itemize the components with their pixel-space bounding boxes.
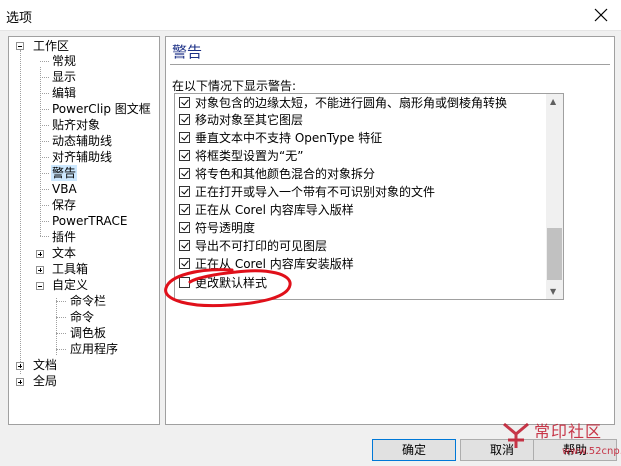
tree-connector — [40, 125, 49, 126]
warning-row[interactable]: 更改默认样式 — [175, 275, 545, 292]
tree-item-document[interactable]: 文档 — [32, 357, 58, 373]
warning-label: 将框类型设置为“无” — [195, 149, 304, 163]
tree-item-application[interactable]: 应用程序 — [69, 341, 119, 357]
tree-connector — [40, 61, 49, 62]
warning-label: 导出不可打印的可见图层 — [195, 239, 328, 253]
warning-row[interactable]: 将专色和其他颜色混合的对象拆分 — [175, 166, 545, 183]
tree-item-alignment-guides[interactable]: 对齐辅助线 — [51, 149, 113, 165]
warning-checkbox[interactable] — [179, 114, 190, 125]
tree-connector — [40, 221, 49, 222]
tree-connector — [40, 157, 49, 158]
warning-checkbox[interactable] — [179, 222, 190, 233]
scroll-thumb[interactable] — [547, 228, 562, 280]
watermark-url: www.52cnp.com — [562, 446, 621, 457]
warning-label: 正在从 Corel 内容库安装版样 — [195, 257, 354, 271]
tree-connector — [40, 205, 49, 206]
expand-global-toggle[interactable] — [16, 378, 24, 386]
scroll-up-icon[interactable]: ▲ — [550, 97, 556, 106]
close-button[interactable] — [591, 5, 611, 25]
tree-item-command-bars[interactable]: 命令栏 — [69, 293, 107, 309]
close-icon — [594, 8, 608, 22]
warning-row[interactable]: 符号透明度 — [175, 220, 545, 237]
scroll-down-icon[interactable]: ▼ — [550, 287, 556, 296]
tree-item-warnings[interactable]: 警告 — [51, 165, 78, 181]
category-tree[interactable]: 工作区 常规 显示 编辑 PowerClip 图文框 贴齐对象 动态辅助线 对齐… — [8, 36, 160, 425]
tree-connector — [40, 93, 49, 94]
tree-item-toolbox[interactable]: 工具箱 — [51, 261, 89, 277]
tree-item-edit[interactable]: 编辑 — [51, 85, 77, 101]
tree-connector — [40, 173, 49, 174]
tree-connector — [20, 50, 21, 374]
warning-checkbox[interactable] — [179, 186, 190, 197]
warning-row[interactable]: 导出不可打印的可见图层 — [175, 238, 545, 255]
tree-item-workspace[interactable]: 工作区 — [32, 38, 70, 54]
warning-row[interactable]: 对象包含的边缘太短，不能进行圆角、扇形角或倒棱角转换 — [175, 95, 545, 112]
window-title: 选项 — [6, 11, 33, 26]
warning-checkbox[interactable] — [179, 277, 190, 288]
warning-label: 更改默认样式 — [195, 276, 268, 290]
warning-checkbox[interactable] — [179, 240, 190, 251]
warning-row[interactable]: 将框类型设置为“无” — [175, 148, 545, 165]
warnings-list-label: 在以下情况下显示警告: — [172, 79, 297, 93]
tree-item-vba[interactable]: VBA — [51, 181, 78, 197]
expand-document-toggle[interactable] — [16, 362, 24, 370]
tree-item-display[interactable]: 显示 — [51, 69, 77, 85]
tree-item-powertrace[interactable]: PowerTRACE — [51, 213, 128, 229]
tree-item-snap[interactable]: 贴齐对象 — [51, 117, 101, 133]
tree-connector — [40, 189, 49, 190]
warning-label: 正在从 Corel 内容库导入版样 — [195, 203, 354, 217]
tree-connector — [56, 301, 66, 302]
watermark-logo-icon — [503, 422, 529, 448]
tree-item-customize[interactable]: 自定义 — [51, 277, 89, 293]
warning-row[interactable]: 正在打开或导入一个带有不可识别对象的文件 — [175, 184, 545, 201]
tree-connector — [40, 109, 49, 110]
warning-label: 将专色和其他颜色混合的对象拆分 — [195, 167, 376, 181]
collapse-customize-toggle[interactable] — [36, 282, 44, 290]
tree-connector — [40, 77, 49, 78]
title-bar: 选项 — [0, 0, 621, 31]
tree-connector — [40, 236, 49, 237]
warning-checkbox[interactable] — [179, 168, 190, 179]
warning-row[interactable]: 正在从 Corel 内容库导入版样 — [175, 202, 545, 219]
tree-connector — [56, 298, 57, 355]
warning-label: 正在打开或导入一个带有不可识别对象的文件 — [195, 185, 436, 199]
warning-checkbox[interactable] — [179, 204, 190, 215]
warning-row[interactable]: 垂直文本中不支持 OpenType 特征 — [175, 130, 545, 147]
warning-label: 移动对象至其它图层 — [195, 113, 304, 127]
expand-text-toggle[interactable] — [36, 250, 44, 258]
warning-label: 垂直文本中不支持 OpenType 特征 — [195, 131, 383, 145]
warning-checkbox[interactable] — [179, 258, 190, 269]
warning-label: 对象包含的边缘太短，不能进行圆角、扇形角或倒棱角转换 — [195, 96, 508, 110]
warnings-list[interactable]: 对象包含的边缘太短，不能进行圆角、扇形角或倒棱角转换 移动对象至其它图层 垂直文… — [174, 93, 564, 300]
tree-item-general[interactable]: 常规 — [51, 53, 77, 69]
warning-row[interactable]: 移动对象至其它图层 — [175, 112, 545, 129]
warning-checkbox[interactable] — [179, 132, 190, 143]
expand-toolbox-toggle[interactable] — [36, 266, 44, 274]
section-divider — [170, 64, 610, 65]
tree-connector — [56, 333, 66, 334]
tree-item-commands[interactable]: 命令 — [69, 309, 95, 325]
tree-item-plugins[interactable]: 插件 — [51, 229, 77, 245]
section-title: 警告 — [172, 43, 203, 61]
tree-connector — [56, 317, 66, 318]
collapse-workspace-toggle[interactable] — [16, 42, 24, 50]
tree-item-text[interactable]: 文本 — [51, 245, 77, 261]
tree-connector — [56, 349, 66, 350]
tree-item-global[interactable]: 全局 — [32, 373, 58, 389]
ok-button[interactable]: 确定 — [372, 439, 456, 461]
tree-item-color-palette[interactable]: 调色板 — [69, 325, 107, 341]
tree-item-dynamic-guides[interactable]: 动态辅助线 — [51, 133, 113, 149]
warning-label: 符号透明度 — [195, 221, 256, 235]
tree-item-save[interactable]: 保存 — [51, 197, 77, 213]
warning-row[interactable]: 正在从 Corel 内容库安装版样 — [175, 256, 545, 273]
tree-connector — [40, 141, 49, 142]
watermark-text: 常印社区 — [534, 422, 603, 441]
warning-checkbox[interactable] — [179, 150, 190, 161]
warning-checkbox[interactable] — [179, 97, 190, 108]
tree-item-powerclip[interactable]: PowerClip 图文框 — [51, 101, 152, 117]
warnings-scrollbar[interactable]: ▲ ▼ — [546, 94, 563, 299]
